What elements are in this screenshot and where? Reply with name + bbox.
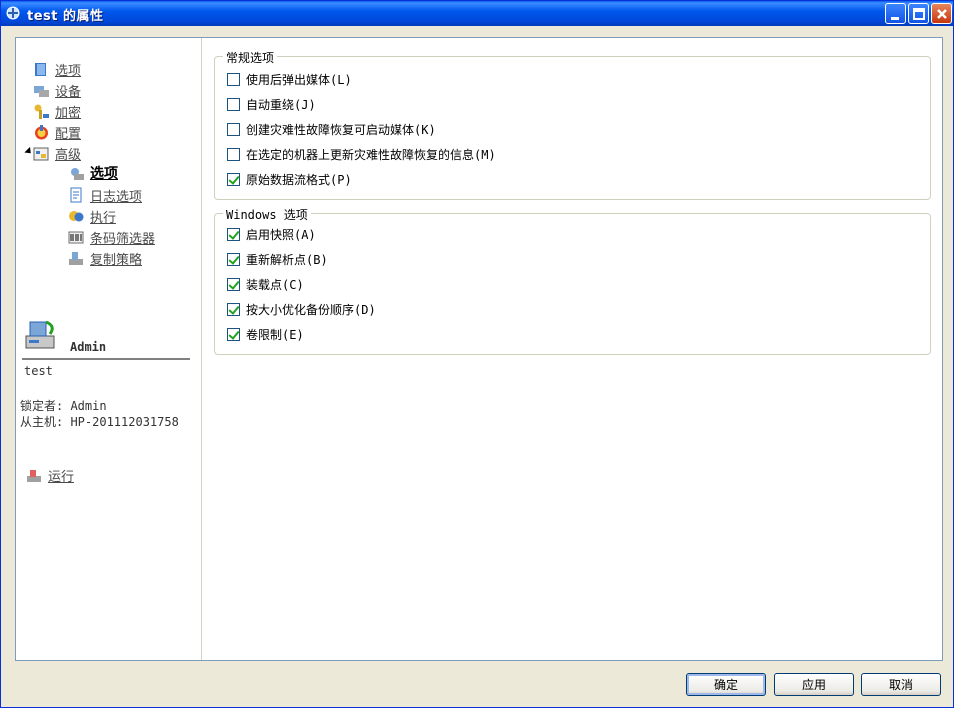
sidebar-subitem-label: 条码筛选器 [90,231,156,247]
user-block: Admin [22,316,190,360]
option-enable-snapshot[interactable]: 启用快照(A) [227,226,316,242]
config-icon [35,124,48,139]
key-icon [34,104,49,119]
cancel-button[interactable]: 取消 [861,673,941,696]
option-label: 卷限制(E) [246,327,304,342]
general-options-group: 常规选项 使用后弹出媒体(L) 自动重绕(J) 创建灾难性故障恢复可启动媒体(K… [214,49,931,200]
close-icon [937,9,947,19]
app-icon [6,6,20,20]
sidebar-item-config[interactable]: 配置 [33,123,82,142]
maximize-button[interactable] [908,3,929,24]
sidebar: 选项 设备 加密 配置 高级 选项 日志选项 执行 条码筛选器 复制策略 Adm… [16,38,202,660]
properties-window: test 的属性 选项 设备 加密 配置 高级 选项 日志选项 执行 条码筛选器… [0,0,954,708]
checkbox[interactable] [227,147,240,161]
sidebar-item-options[interactable]: 选项 [33,60,82,79]
sidebar-item-label: 选项 [55,63,82,79]
windows-options-group: Windows 选项 启用快照(A) 重新解析点(B) 装载点(C) 按大小优化… [214,206,931,355]
checkbox[interactable] [227,172,240,186]
option-label: 重新解析点(B) [246,252,328,267]
sidebar-subitem-label: 复制策略 [90,252,143,268]
option-auto-rewind[interactable]: 自动重绕(J) [227,96,316,112]
sidebar-subitem-label: 执行 [90,210,117,226]
checkbox[interactable] [227,227,240,241]
sidebar-subitem-barcode-filter[interactable]: 条码筛选器 [68,228,156,247]
option-mount-points[interactable]: 装载点(C) [227,276,304,292]
option-label: 使用后弹出媒体(L) [246,72,352,87]
option-label: 启用快照(A) [246,227,316,242]
user-name: Admin [70,340,107,354]
book-icon [35,62,46,76]
devices-icon [34,85,49,97]
close-button[interactable] [931,3,952,24]
checkbox[interactable] [227,72,240,86]
option-label: 在选定的机器上更新灾难性故障恢复的信息(M) [246,147,496,162]
sidebar-item-advanced[interactable]: 高级 [33,144,82,163]
minimize-icon [891,17,899,20]
execute-icon [69,210,84,221]
sidebar-subitem-copy-policy[interactable]: 复制策略 [68,249,143,268]
title-bar[interactable]: test 的属性 [1,1,953,26]
option-label: 装载点(C) [246,277,304,292]
minimize-button[interactable] [885,3,906,24]
windows-options-title: Windows 选项 [223,206,311,223]
checkbox[interactable] [227,277,240,291]
locked-by: 锁定者: Admin [20,399,107,413]
barcode-icon [68,231,84,243]
run-icon [27,469,41,482]
ok-button[interactable]: 确定 [686,673,766,696]
option-reparse-points[interactable]: 重新解析点(B) [227,251,328,267]
general-options-title: 常规选项 [223,49,278,66]
checkbox[interactable] [227,122,240,136]
sidebar-item-label: 高级 [55,147,82,163]
sidebar-subitem-label: 日志选项 [90,189,143,205]
window-title: test 的属性 [27,9,104,24]
option-raw-stream-format[interactable]: 原始数据流格式(P) [227,171,352,187]
sidebar-subitem-label: 选项 [90,166,118,182]
option-volume-limit[interactable]: 卷限制(E) [227,326,304,342]
option-eject-media[interactable]: 使用后弹出媒体(L) [227,71,352,87]
option-optimize-backup-order[interactable]: 按大小优化备份顺序(D) [227,301,376,317]
option-dr-bootable-media[interactable]: 创建灾难性故障恢复可启动媒体(K) [227,121,436,137]
client-area: 选项 设备 加密 配置 高级 选项 日志选项 执行 条码筛选器 复制策略 Adm… [15,37,943,661]
checkbox[interactable] [227,327,240,341]
sidebar-subitem-log-options[interactable]: 日志选项 [68,186,143,205]
sidebar-subitem-options[interactable]: 选项 [68,164,118,182]
option-label: 按大小优化备份顺序(D) [246,302,376,317]
sidebar-item-devices[interactable]: 设备 [33,81,82,100]
option-label: 创建灾难性故障恢复可启动媒体(K) [246,122,436,137]
job-name: test [24,364,53,378]
sidebar-item-label: 加密 [55,105,82,121]
sidebar-item-label: 设备 [55,84,82,100]
option-label: 自动重绕(J) [246,97,316,112]
from-host: 从主机: HP-201112031758 [20,415,179,429]
sidebar-item-label: 配置 [55,126,82,142]
advanced-icon [33,147,49,160]
run-link[interactable]: 运行 [26,466,74,485]
option-label: 原始数据流格式(P) [246,172,352,187]
copy-policy-icon [69,251,83,265]
checkbox[interactable] [227,97,240,111]
apply-button[interactable]: 应用 [774,673,854,696]
sidebar-subitem-execute[interactable]: 执行 [68,207,117,226]
checkbox[interactable] [227,302,240,316]
run-label: 运行 [48,470,75,485]
log-icon [70,187,82,202]
option-update-dr-info[interactable]: 在选定的机器上更新灾难性故障恢复的信息(M) [227,146,496,162]
options-gear-icon [71,167,84,180]
server-user-icon [25,320,55,349]
sidebar-item-encryption[interactable]: 加密 [33,102,82,121]
maximize-icon [913,8,925,20]
checkbox[interactable] [227,252,240,266]
